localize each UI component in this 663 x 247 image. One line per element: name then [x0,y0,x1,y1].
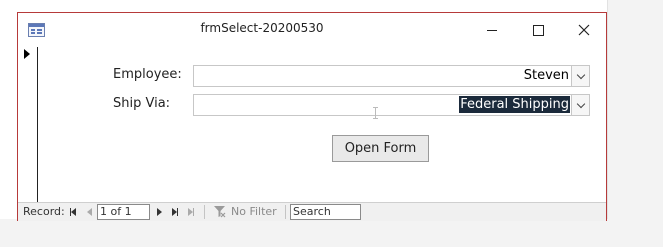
background-area [607,0,663,247]
previous-record-icon [86,207,92,216]
ship-via-label: Ship Via: [113,96,171,111]
previous-record-button[interactable] [84,206,94,217]
employee-label: Employee: [113,67,182,82]
title-bar[interactable]: frmSelect-20200530 [18,13,606,47]
filter-icon[interactable] [213,205,226,218]
next-record-icon [156,207,162,216]
minimize-icon [487,29,497,31]
first-record-button[interactable] [68,206,78,217]
maximize-icon [532,24,544,36]
close-icon [578,24,590,36]
maximize-button[interactable] [515,13,561,47]
new-record-button[interactable] [186,206,196,217]
current-record-arrow-icon [24,49,30,59]
navigation-bar: Record: 1 of 1 No Filter Search [18,202,606,221]
nav-divider [204,205,205,219]
chevron-down-icon [576,70,585,79]
employee-value: Steven [523,68,569,83]
filter-status[interactable]: No Filter [231,205,277,218]
record-label: Record: [23,205,65,218]
ship-via-combo[interactable]: Federal Shipping [193,94,590,116]
text-cursor-icon [373,107,378,119]
background-area-bottom [0,219,663,247]
ship-via-value: Federal Shipping [459,96,570,113]
window-title: frmSelect-20200530 [200,21,324,35]
record-number-input[interactable]: 1 of 1 [97,204,150,220]
form-window: frmSelect-20200530 Employee: Steven Ship… [17,12,607,221]
next-record-button[interactable] [154,206,164,217]
employee-dropdown-button[interactable] [571,66,589,86]
search-input[interactable]: Search [290,204,361,220]
minimize-button[interactable] [469,13,515,47]
open-form-button[interactable]: Open Form [332,135,429,162]
employee-combo[interactable]: Steven [193,65,590,87]
close-button[interactable] [561,13,607,47]
record-selector[interactable] [18,47,38,202]
last-record-button[interactable] [170,206,180,217]
ship-via-dropdown-button[interactable] [571,95,589,115]
nav-divider [285,205,286,219]
chevron-down-icon [576,99,585,108]
